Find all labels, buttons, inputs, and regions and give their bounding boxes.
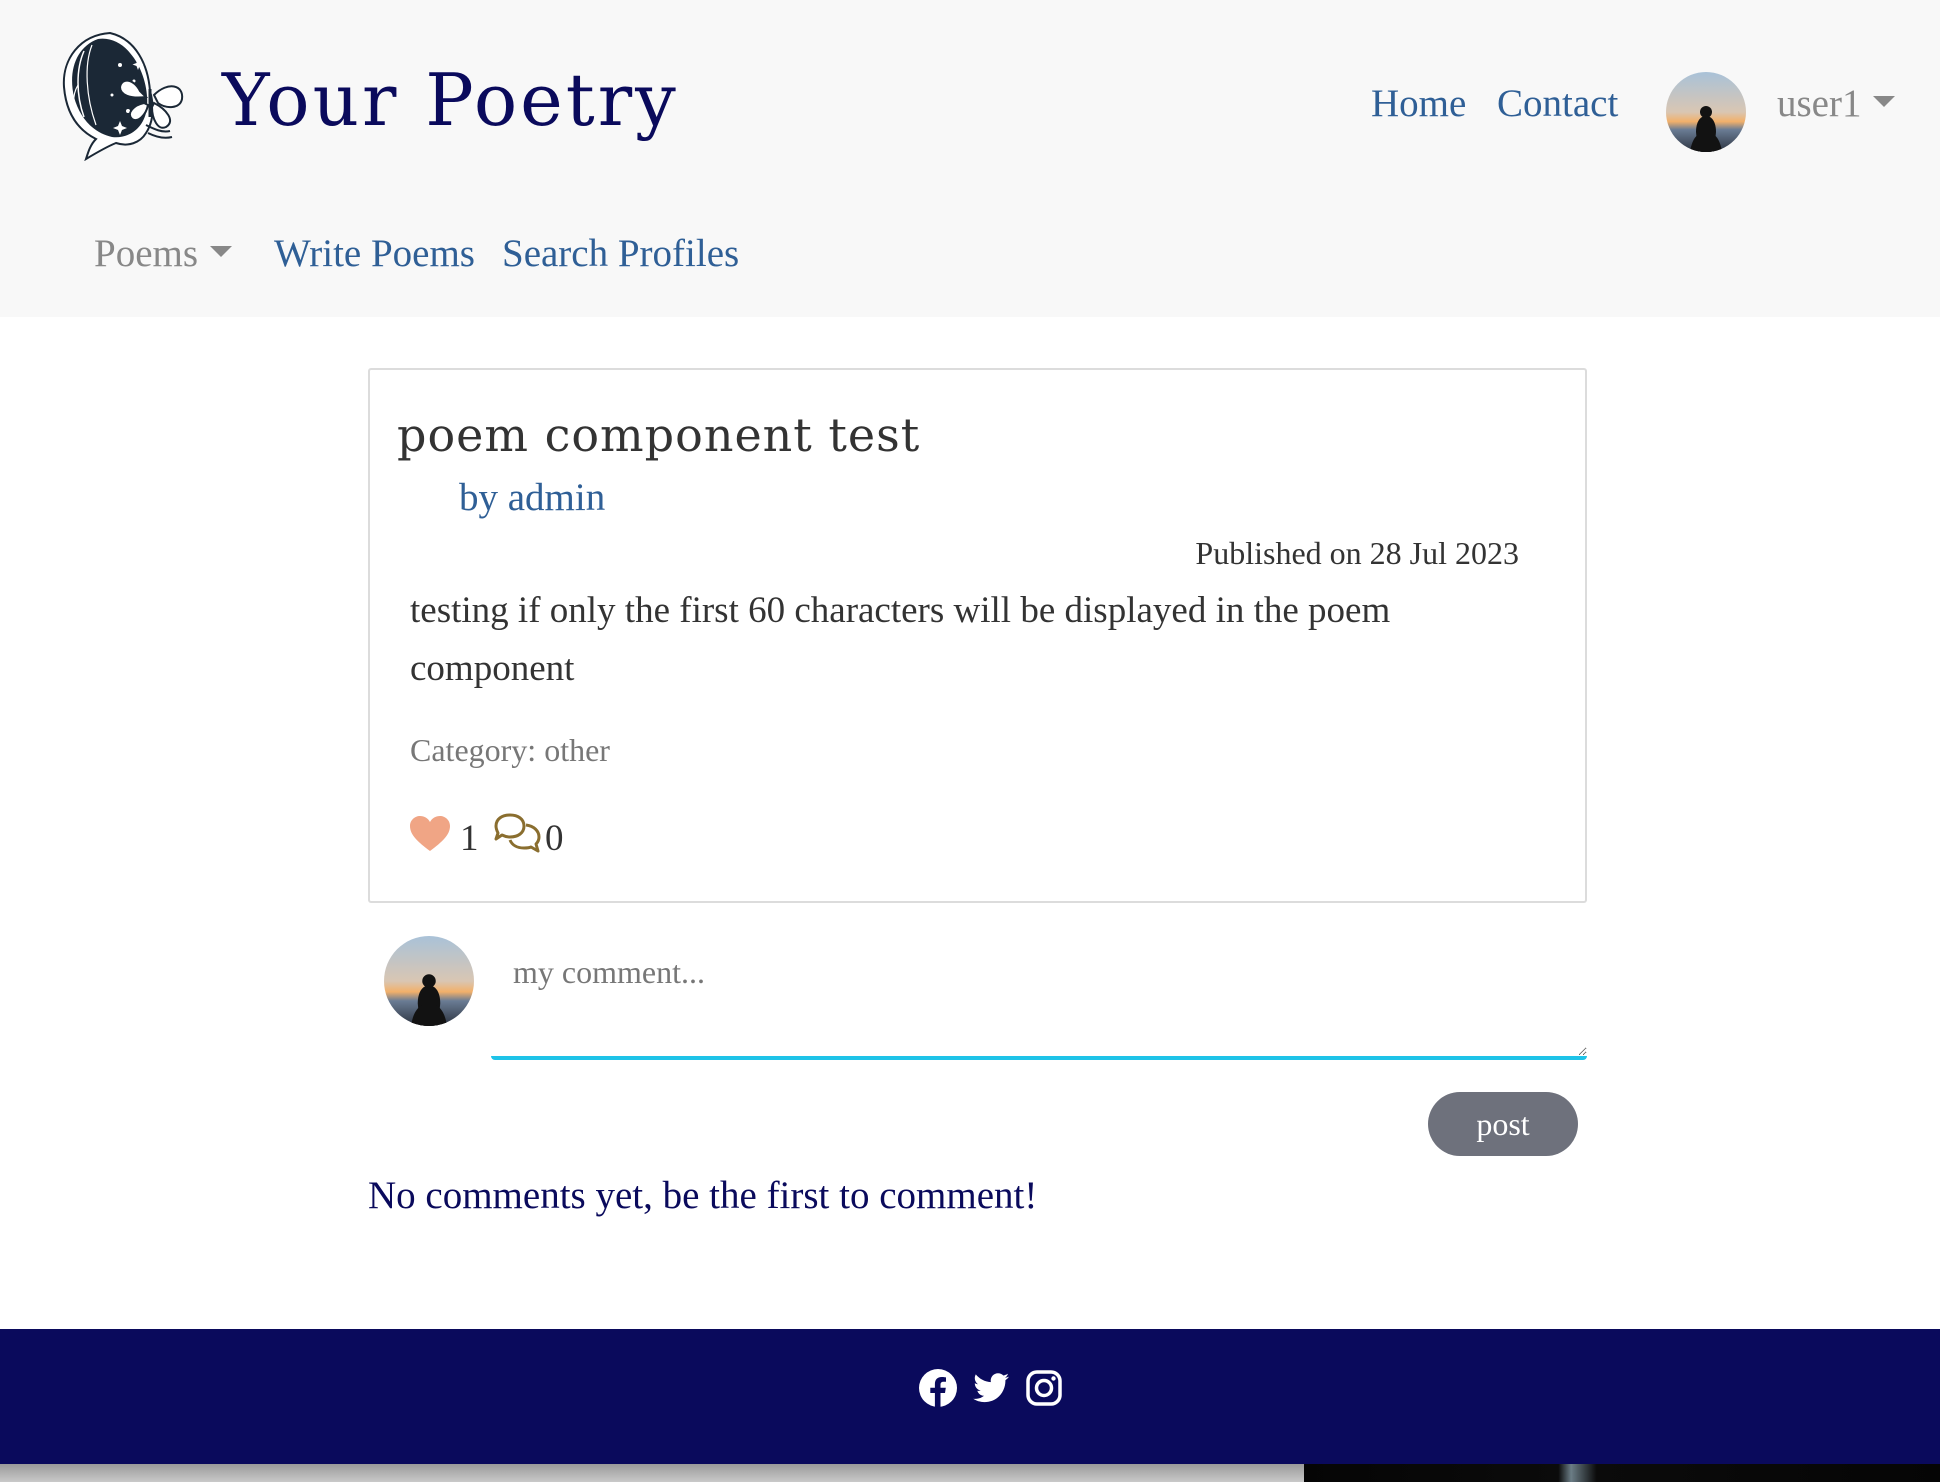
facebook-icon[interactable] xyxy=(918,1368,958,1408)
comment-input[interactable] xyxy=(491,936,1587,1060)
heart-icon[interactable] xyxy=(410,816,450,852)
chevron-down-icon xyxy=(210,245,233,257)
commenter-avatar xyxy=(384,936,474,1026)
poem-card: poem component test by admin Published o… xyxy=(368,368,1587,903)
poem-category: Category: other xyxy=(410,732,610,768)
user-avatar[interactable] xyxy=(1666,72,1746,152)
nav-link-home[interactable]: Home xyxy=(1371,84,1466,123)
comments-icon[interactable] xyxy=(492,812,542,854)
nav-link-write-poems[interactable]: Write Poems xyxy=(274,234,475,273)
publish-date: Published on 28 Jul 2023 xyxy=(1195,535,1519,571)
logo-icon[interactable] xyxy=(50,25,190,161)
user-name: user1 xyxy=(1777,82,1862,125)
avatar-photo-icon xyxy=(384,936,474,1026)
chevron-down-icon xyxy=(1873,95,1896,107)
site-title[interactable]: Your Poetry xyxy=(222,64,679,136)
post-comment-button[interactable]: post xyxy=(1428,1092,1578,1156)
poem-title: poem component test xyxy=(397,408,921,462)
window-bottom-dark-area xyxy=(1304,1464,1940,1482)
avatar-photo-icon xyxy=(1666,72,1746,152)
twitter-icon[interactable] xyxy=(971,1368,1011,1408)
site-footer xyxy=(0,1329,1940,1464)
comment-count: 0 xyxy=(545,818,564,859)
instagram-icon[interactable] xyxy=(1024,1368,1064,1408)
empty-comments-message: No comments yet, be the first to comment… xyxy=(368,1174,1038,1217)
poem-author-link[interactable]: by admin xyxy=(459,478,605,517)
nav-link-search-profiles[interactable]: Search Profiles xyxy=(502,234,739,273)
nav-link-contact[interactable]: Contact xyxy=(1497,84,1618,123)
site-header: Your Poetry Home Contact user1 Poems Wri xyxy=(0,0,1940,317)
nav-poems-dropdown[interactable]: Poems xyxy=(94,232,233,275)
like-count: 1 xyxy=(460,818,479,859)
user-menu-dropdown[interactable]: user1 xyxy=(1777,82,1896,125)
poem-body: testing if only the first 60 characters … xyxy=(410,590,1391,689)
nav-poems-label: Poems xyxy=(94,232,199,275)
